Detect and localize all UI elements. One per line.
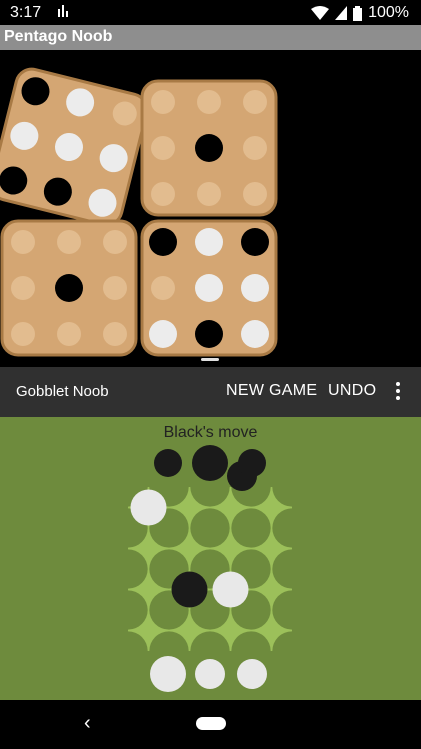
empty-hole[interactable]: [103, 276, 127, 300]
black-marble[interactable]: [241, 228, 269, 256]
battery-icon: [353, 5, 363, 21]
white-marble[interactable]: [195, 274, 223, 302]
split-divider-handle[interactable]: [201, 358, 219, 361]
empty-hole[interactable]: [243, 136, 267, 160]
back-icon[interactable]: ‹: [84, 712, 91, 735]
white-marble[interactable]: [241, 274, 269, 302]
board-cell[interactable]: [251, 569, 292, 610]
empty-hole[interactable]: [11, 230, 35, 254]
empty-hole[interactable]: [11, 276, 35, 300]
window-title: Pentago Noob: [4, 28, 113, 45]
pentago-board-area: [0, 50, 421, 358]
gobblet-board[interactable]: [0, 417, 421, 700]
pentago-quadrant-top-right[interactable]: [140, 79, 278, 217]
board-cell[interactable]: [169, 610, 210, 651]
white-marble[interactable]: [149, 320, 177, 348]
board-cell[interactable]: [251, 610, 292, 651]
board-cell[interactable]: [210, 610, 251, 651]
white-marble[interactable]: [195, 228, 223, 256]
notification-bars-icon: [58, 5, 68, 17]
empty-hole[interactable]: [11, 322, 35, 346]
black-marble[interactable]: [195, 134, 223, 162]
new-game-button[interactable]: NEW GAME: [226, 382, 317, 400]
empty-hole[interactable]: [151, 182, 175, 206]
pentago-quadrant-top-left[interactable]: [0, 66, 150, 228]
black-reserve-large[interactable]: [192, 445, 228, 481]
white-piece-large[interactable]: [130, 489, 167, 526]
white-reserve-large[interactable]: [150, 656, 186, 692]
board-cell[interactable]: [169, 487, 210, 528]
empty-hole[interactable]: [57, 322, 81, 346]
white-marble[interactable]: [241, 320, 269, 348]
undo-button[interactable]: UNDO: [328, 382, 376, 400]
black-reserve-small[interactable]: [154, 449, 182, 477]
empty-hole[interactable]: [103, 322, 127, 346]
home-pill-icon[interactable]: [196, 717, 226, 730]
wifi-icon: [311, 6, 330, 20]
pentago-quadrant-bottom-right[interactable]: [140, 219, 278, 357]
board-cell[interactable]: [210, 487, 251, 528]
board-cell[interactable]: [128, 610, 169, 651]
white-reserve-medium[interactable]: [237, 659, 267, 689]
pentago-quadrant-bottom-left[interactable]: [0, 219, 138, 357]
title-bar: Pentago Noob: [0, 25, 421, 50]
empty-hole[interactable]: [151, 90, 175, 114]
battery-percent: 100%: [368, 4, 409, 21]
black-marble[interactable]: [55, 274, 83, 302]
empty-hole[interactable]: [151, 276, 175, 300]
app-title: Gobblet Noob: [16, 383, 109, 400]
empty-hole[interactable]: [243, 90, 267, 114]
empty-hole[interactable]: [151, 136, 175, 160]
nav-bar: ‹: [0, 700, 421, 749]
status-bar: 3:17 100%: [0, 0, 421, 25]
empty-hole[interactable]: [103, 230, 127, 254]
black-reserve-small[interactable]: [238, 449, 266, 477]
board-cell[interactable]: [210, 528, 251, 569]
black-marble[interactable]: [149, 228, 177, 256]
empty-hole[interactable]: [197, 90, 221, 114]
signal-icon: [335, 6, 348, 20]
empty-hole[interactable]: [57, 230, 81, 254]
empty-hole[interactable]: [197, 182, 221, 206]
black-piece-large[interactable]: [171, 571, 208, 608]
gobblet-app-bar: Gobblet Noob NEW GAME UNDO: [0, 367, 421, 417]
board-cell[interactable]: [251, 528, 292, 569]
gobblet-board-area: Black's move: [0, 417, 421, 700]
white-piece-large[interactable]: [212, 571, 249, 608]
black-marble[interactable]: [195, 320, 223, 348]
more-vert-icon[interactable]: [393, 382, 403, 402]
board-cell[interactable]: [128, 528, 169, 569]
white-reserve-medium[interactable]: [195, 659, 225, 689]
board-cell[interactable]: [128, 569, 169, 610]
board-cell[interactable]: [251, 487, 292, 528]
pentago-board[interactable]: [0, 50, 421, 358]
status-time: 3:17: [10, 4, 42, 21]
empty-hole[interactable]: [243, 182, 267, 206]
board-cell[interactable]: [169, 528, 210, 569]
